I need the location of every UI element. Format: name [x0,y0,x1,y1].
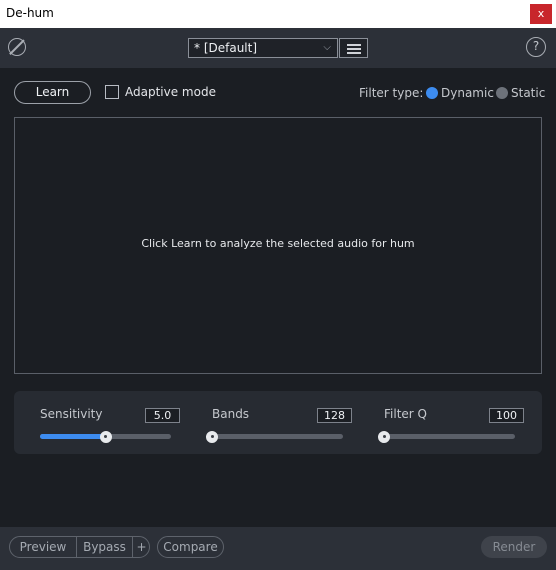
sensitivity-value-field[interactable]: 5.0 [145,408,180,423]
preset-dropdown[interactable]: * [Default] ⌵ [188,38,338,58]
bands-slider[interactable] [206,430,343,443]
preview-button[interactable]: Preview [10,537,76,557]
hamburger-icon-line [347,48,361,50]
sensitivity-slider-fill [40,434,106,439]
bands-slider-knob[interactable] [206,430,218,443]
filter-type-label: Filter type: [359,86,424,100]
hum-display: Click Learn to analyze the selected audi… [14,117,542,374]
adaptive-mode-checkbox[interactable] [105,85,119,99]
filter-type-dynamic-radio[interactable] [426,87,438,99]
filter-type-static-radio[interactable] [496,87,508,99]
sensitivity-slider[interactable] [40,430,171,443]
preset-value: * [Default] [194,41,258,55]
window-title: De-hum [6,6,54,20]
bottom-bar: Preview Bypass + Compare Render [0,527,556,570]
preview-bypass-group: Preview Bypass + [9,536,150,558]
bypass-button[interactable]: Bypass [77,537,132,557]
compare-button[interactable]: Compare [157,536,224,558]
sensitivity-slider-knob[interactable] [99,430,112,443]
render-button[interactable]: Render [481,536,547,558]
filter-q-slider[interactable] [378,430,515,443]
filter-type-static-label[interactable]: Static [511,86,545,100]
filter-type-dynamic-label[interactable]: Dynamic [441,86,494,100]
hamburger-icon-line [347,44,361,46]
display-message: Click Learn to analyze the selected audi… [141,237,415,250]
filter-q-slider-knob[interactable] [378,430,390,443]
toolbar: * [Default] ⌵ ? [0,28,556,68]
filter-q-value-field[interactable]: 100 [489,408,524,423]
chevron-down-icon: ⌵ [323,42,331,53]
controls-panel: Sensitivity 5.0 Bands 128 Filter Q 100 [14,391,542,454]
title-bar: De-hum x [0,0,556,28]
bands-label: Bands [212,407,250,421]
add-bypass-button[interactable]: + [133,537,150,557]
hamburger-icon-line [347,52,361,54]
bands-value-field[interactable]: 128 [317,408,352,423]
help-icon[interactable]: ? [526,37,546,57]
close-button[interactable]: x [530,4,552,24]
learn-button[interactable]: Learn [14,81,91,104]
filter-q-label: Filter Q [384,407,427,421]
bypass-module-icon[interactable] [8,38,26,56]
preset-menu-button[interactable] [339,38,368,58]
sensitivity-label: Sensitivity [40,407,103,421]
adaptive-mode-label: Adaptive mode [125,85,216,99]
